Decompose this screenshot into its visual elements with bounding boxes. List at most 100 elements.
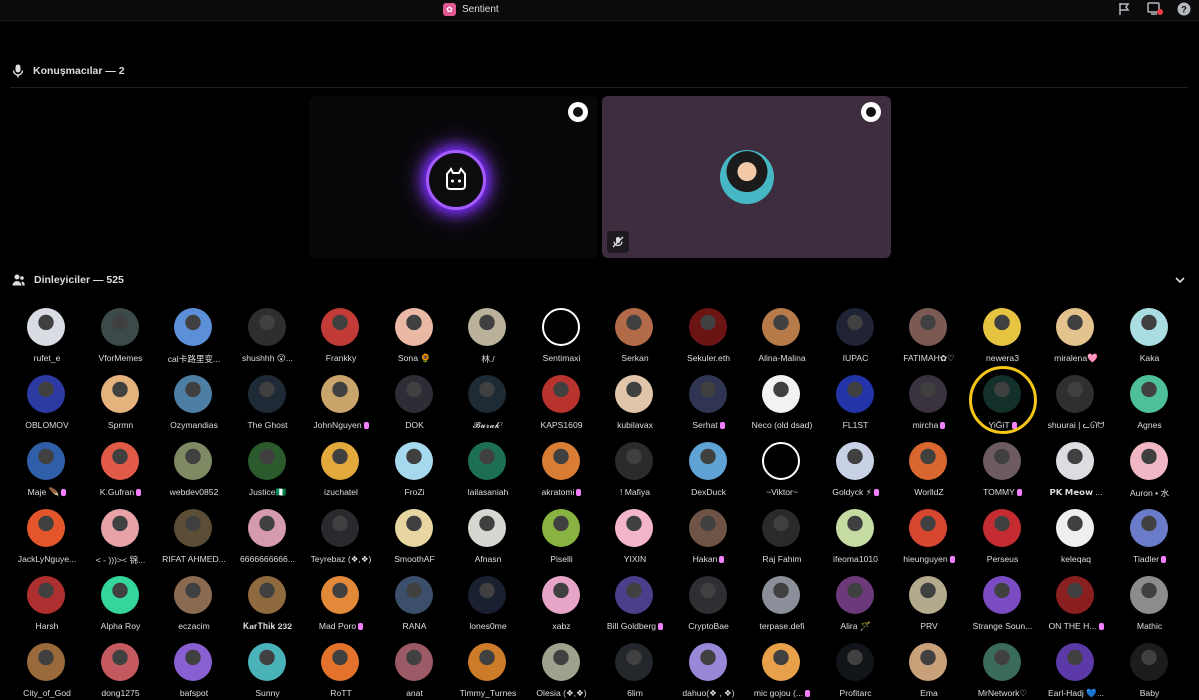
listener-item[interactable]: Olesia (❖,❖)	[525, 635, 599, 699]
listener-avatar[interactable]	[1056, 375, 1094, 413]
listener-item[interactable]: Sentimaxi	[525, 300, 599, 364]
listener-item[interactable]: Teyrebaz (❖,❖)	[304, 501, 378, 565]
listener-avatar[interactable]	[174, 442, 212, 480]
listener-item[interactable]: Bill Goldberg	[598, 568, 672, 632]
speaker-avatar-2[interactable]	[720, 150, 774, 204]
listener-avatar[interactable]	[1056, 643, 1094, 681]
listener-avatar[interactable]	[100, 576, 139, 614]
listener-avatar[interactable]	[27, 576, 65, 614]
listener-item[interactable]: hieunguyen	[892, 501, 966, 565]
listener-avatar[interactable]	[247, 643, 286, 681]
listener-item[interactable]: Neco (old dsad)	[745, 367, 819, 431]
listener-item[interactable]: lailasaniah	[451, 434, 525, 498]
listener-avatar[interactable]	[835, 643, 874, 681]
listener-avatar[interactable]	[688, 509, 727, 547]
listener-avatar[interactable]	[394, 442, 433, 480]
listener-item[interactable]: Mad Poro	[304, 568, 378, 632]
listener-item[interactable]: keleqaq	[1039, 501, 1113, 565]
listener-item[interactable]: mircha	[892, 367, 966, 431]
listener-item[interactable]: Justice🇳🇬	[231, 434, 305, 498]
listener-avatar[interactable]	[1056, 308, 1094, 346]
listener-item[interactable]: Piselli	[525, 501, 599, 565]
listener-item[interactable]: JackLyNguye...	[10, 501, 84, 565]
listener-avatar[interactable]	[835, 576, 874, 614]
listener-avatar[interactable]	[1129, 308, 1168, 346]
listener-item[interactable]: RANA	[378, 568, 452, 632]
listener-avatar[interactable]	[1129, 442, 1168, 480]
listener-item[interactable]: 𝓑𝓾𝓻𝓪𝓴⁷	[451, 367, 525, 431]
listener-avatar[interactable]	[688, 308, 727, 346]
listener-item[interactable]: 6666666666...	[231, 501, 305, 565]
listener-item[interactable]: shuurai | ᓚᘏᗢ	[1039, 367, 1113, 431]
listener-item[interactable]: MrNetwork♡	[966, 635, 1040, 699]
listener-avatar[interactable]	[982, 643, 1021, 681]
listener-item[interactable]: City_of_God	[10, 635, 84, 699]
listener-avatar[interactable]	[541, 375, 580, 413]
listener-avatar[interactable]	[394, 308, 433, 346]
listener-item[interactable]: shushhh 😮...	[231, 300, 305, 364]
listener-avatar[interactable]	[615, 643, 653, 681]
listener-item[interactable]: FL1ST	[819, 367, 893, 431]
listener-item[interactable]: Strange Soun...	[966, 568, 1040, 632]
listener-avatar[interactable]	[762, 308, 800, 346]
listener-item[interactable]: Frankky	[304, 300, 378, 364]
listener-avatar[interactable]	[909, 576, 947, 614]
listener-item[interactable]: Alira 🪄	[819, 568, 893, 632]
listener-item[interactable]: Perseus	[966, 501, 1040, 565]
listener-avatar[interactable]	[1129, 576, 1168, 614]
listener-avatar[interactable]	[247, 509, 286, 547]
listener-avatar[interactable]	[247, 442, 286, 480]
listener-avatar[interactable]	[100, 509, 139, 547]
listener-avatar[interactable]	[762, 442, 800, 480]
listener-item[interactable]: dahuo(❖ , ❖)	[672, 635, 746, 699]
listener-avatar[interactable]	[835, 509, 874, 547]
listener-avatar[interactable]	[1056, 509, 1094, 547]
listener-avatar[interactable]	[1129, 643, 1168, 681]
listener-item[interactable]: miralena🩷	[1039, 300, 1113, 364]
speaker-avatar-sentient[interactable]	[426, 150, 486, 210]
listener-item[interactable]: RIFAT AHMED...	[157, 501, 231, 565]
listener-item[interactable]: JohnNguyen	[304, 367, 378, 431]
listener-avatar[interactable]	[615, 509, 653, 547]
listener-item[interactable]: Raj Fahim	[745, 501, 819, 565]
listener-item[interactable]: FroZi	[378, 434, 452, 498]
listener-avatar[interactable]	[688, 576, 727, 614]
listener-avatar[interactable]	[541, 509, 580, 547]
listener-item[interactable]: DOK	[378, 367, 452, 431]
listener-avatar[interactable]	[174, 643, 212, 681]
listener-item[interactable]: VforMemes	[84, 300, 158, 364]
listener-avatar[interactable]	[468, 442, 506, 480]
listener-item[interactable]: Serkan	[598, 300, 672, 364]
listener-avatar[interactable]	[247, 375, 286, 413]
listener-avatar[interactable]	[321, 576, 359, 614]
listener-avatar[interactable]	[688, 442, 727, 480]
listener-avatar[interactable]	[174, 509, 212, 547]
listener-avatar[interactable]	[909, 509, 947, 547]
listener-avatar[interactable]	[982, 442, 1021, 480]
listener-item[interactable]: ifeoma1010	[819, 501, 893, 565]
listener-avatar[interactable]	[909, 442, 947, 480]
listener-item[interactable]: ! Mafiya	[598, 434, 672, 498]
listener-item[interactable]: rufet_e	[10, 300, 84, 364]
listener-item[interactable]: SmoothAF	[378, 501, 452, 565]
listener-avatar[interactable]	[688, 375, 727, 413]
listener-avatar[interactable]	[321, 308, 359, 346]
listener-avatar[interactable]	[615, 308, 653, 346]
listener-item[interactable]: kubilavax	[598, 367, 672, 431]
listener-item[interactable]: WorlldZ	[892, 434, 966, 498]
listener-avatar[interactable]	[615, 375, 653, 413]
listener-item[interactable]: Goldyck ⚡	[819, 434, 893, 498]
listener-item[interactable]: xabz	[525, 568, 599, 632]
listener-item[interactable]: DexDuck	[672, 434, 746, 498]
listener-avatar[interactable]	[1056, 576, 1094, 614]
listener-item[interactable]: cal卡路里变...	[157, 300, 231, 364]
listener-item[interactable]: Agnes	[1113, 367, 1187, 431]
listener-avatar[interactable]	[982, 509, 1021, 547]
listener-item[interactable]: Alina-Malina	[745, 300, 819, 364]
listener-avatar[interactable]	[321, 509, 359, 547]
listener-item[interactable]: 林./	[451, 300, 525, 364]
help-icon[interactable]: ?	[1177, 2, 1193, 18]
listener-item[interactable]: CryptoBae	[672, 568, 746, 632]
listener-avatar[interactable]	[394, 643, 433, 681]
listener-item[interactable]: terpase.defi	[745, 568, 819, 632]
